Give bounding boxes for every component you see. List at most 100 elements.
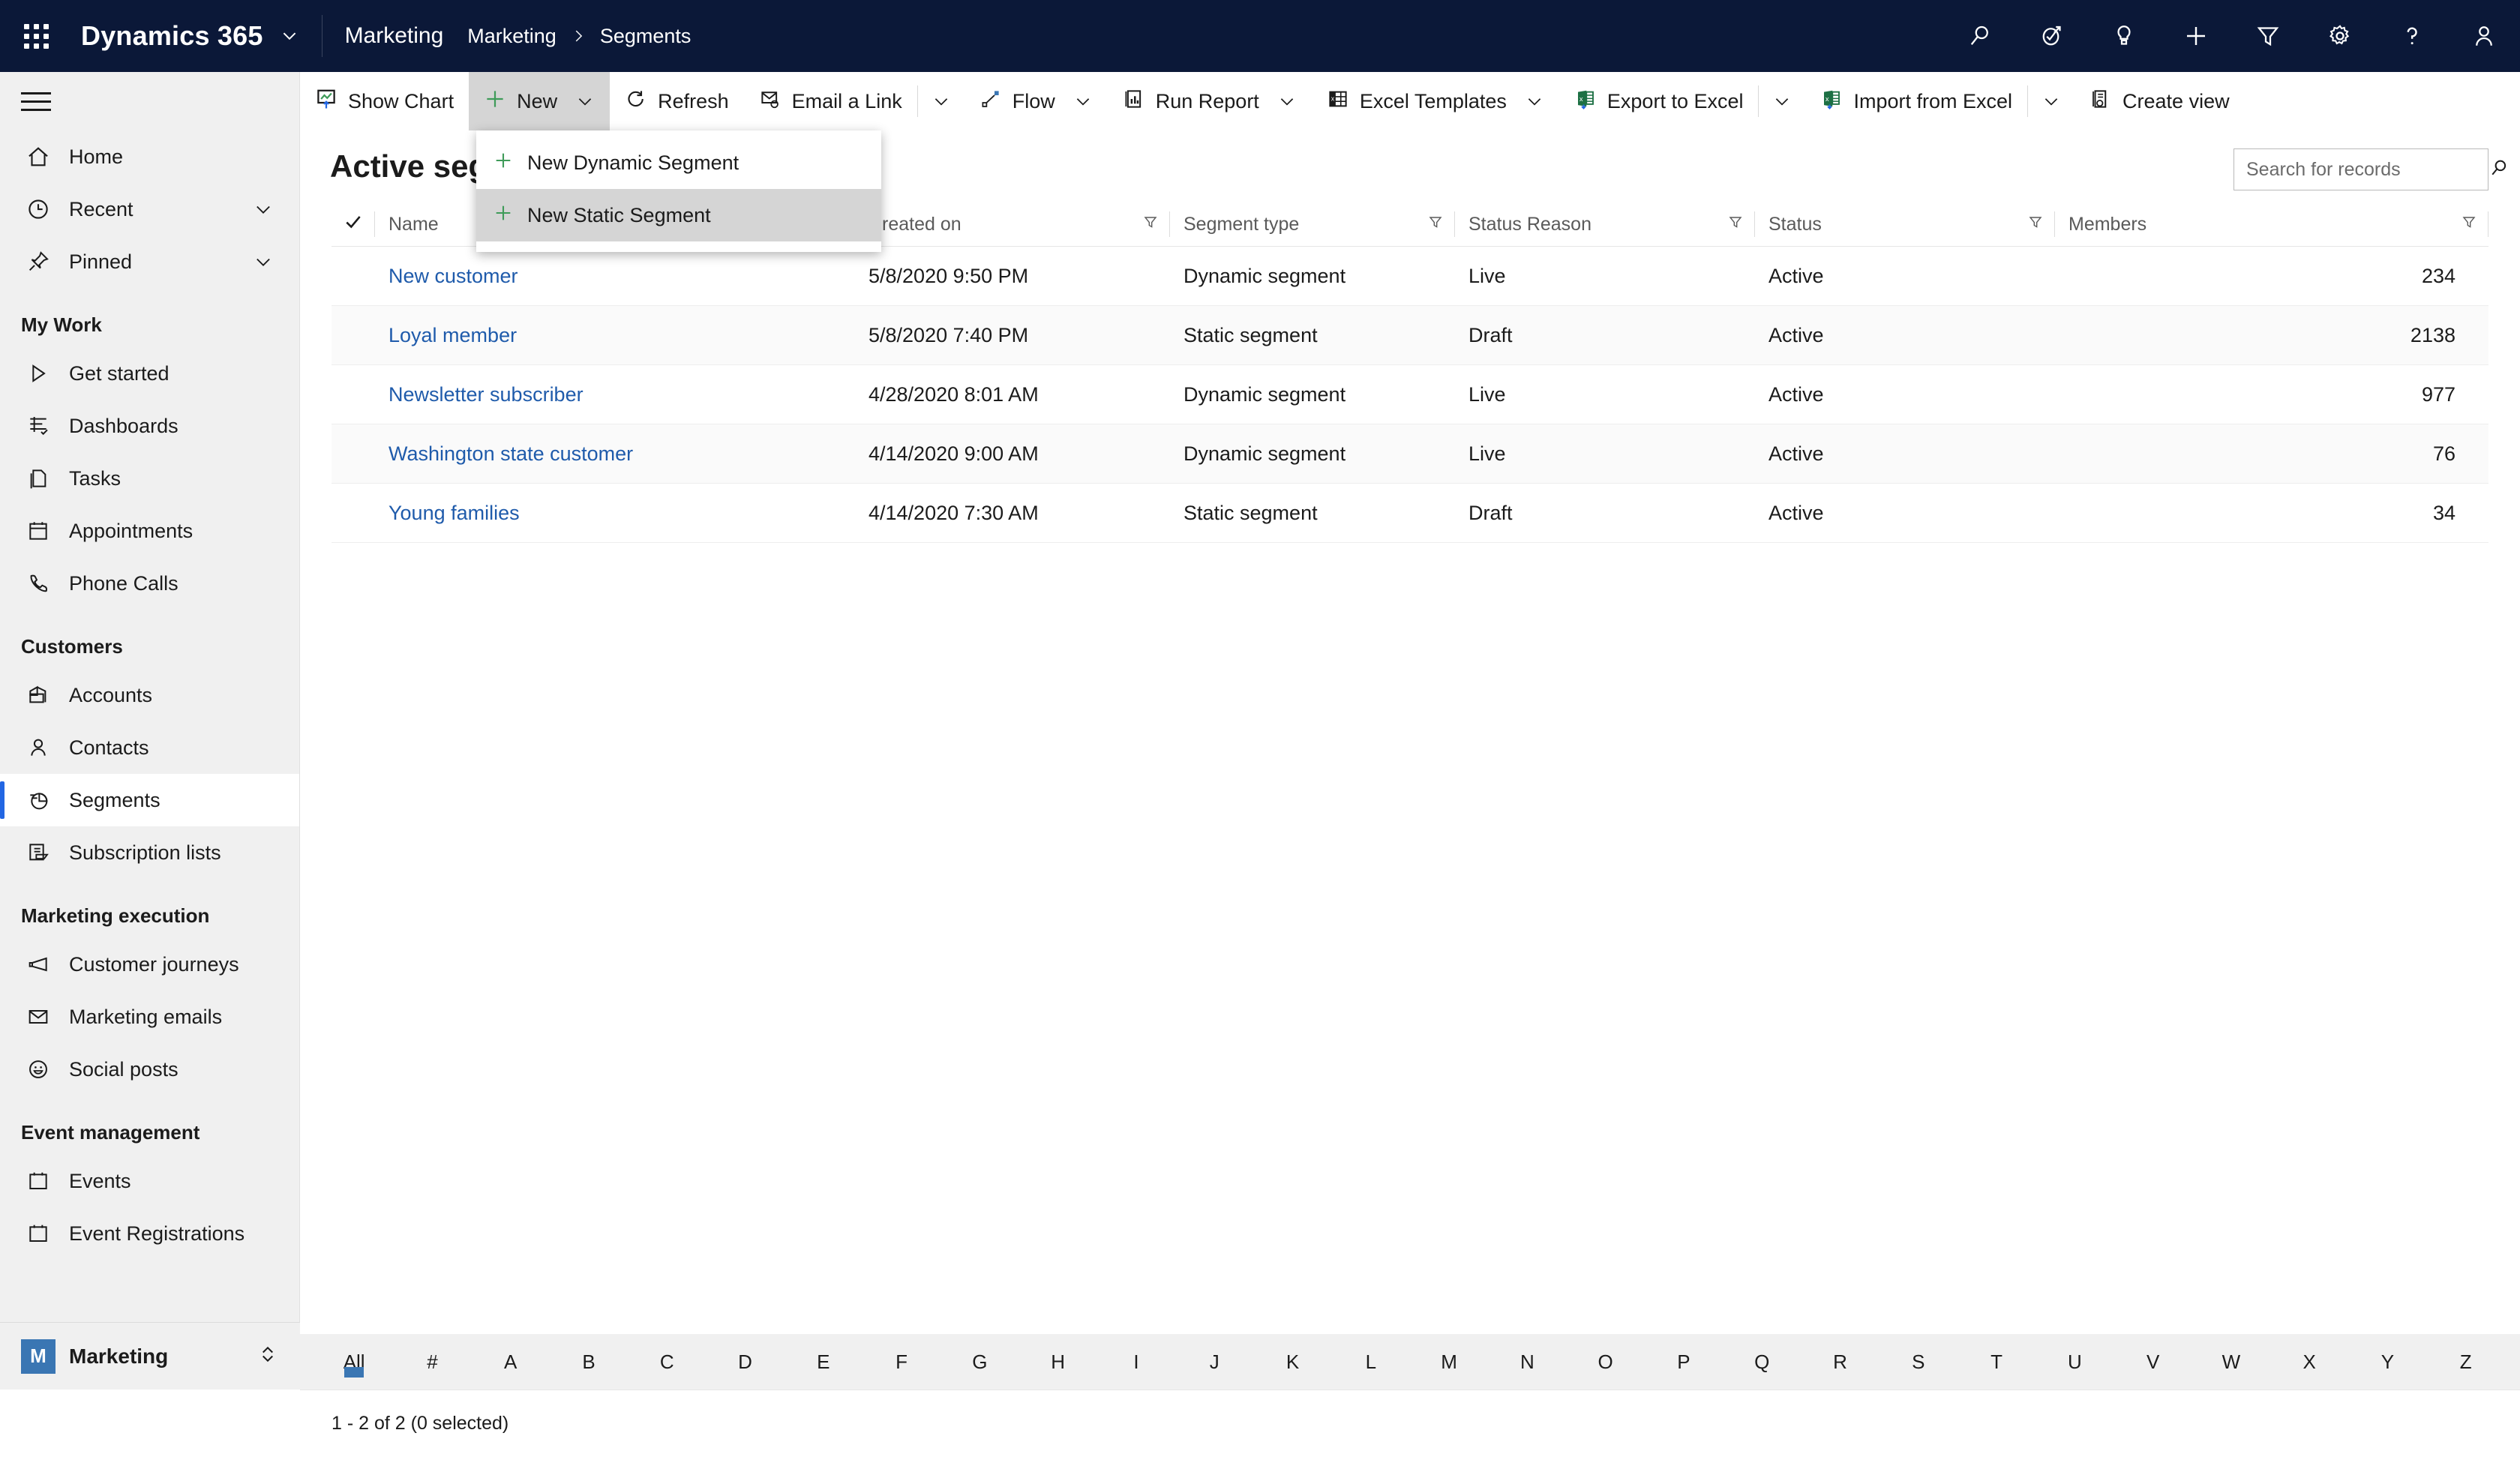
sidebar-item-get-started[interactable]: Get started	[0, 347, 299, 400]
select-all-header[interactable]	[332, 202, 375, 247]
filter-icon[interactable]	[1726, 213, 1744, 236]
chevron-down-icon[interactable]	[253, 199, 274, 220]
sidebar-item-social-posts[interactable]: Social posts	[0, 1043, 299, 1096]
alpha-filter-e[interactable]: E	[784, 1334, 862, 1390]
create-view-button[interactable]: Create view	[2074, 72, 2245, 130]
sidebar-item-dashboards[interactable]: Dashboards	[0, 400, 299, 452]
area-switcher[interactable]: M Marketing	[0, 1322, 300, 1390]
import-from-excel-button[interactable]: x Import from Excel	[1805, 72, 2027, 130]
alpha-filter-all[interactable]: All	[315, 1334, 393, 1390]
table-row[interactable]: Newsletter subscriber 4/28/2020 8:01 AM …	[332, 364, 2488, 424]
hamburger-icon[interactable]	[0, 72, 299, 130]
lightbulb-icon[interactable]	[2088, 0, 2160, 72]
chevron-down-icon[interactable]	[1270, 91, 1297, 111]
email-a-link-button[interactable]: Email a Link	[744, 72, 917, 130]
alpha-filter-f[interactable]: F	[862, 1334, 940, 1390]
alpha-filter-hash[interactable]: #	[393, 1334, 471, 1390]
export-to-excel-caret[interactable]	[1759, 72, 1805, 130]
column-header-segment-type[interactable]: Segment type	[1170, 202, 1455, 247]
table-row[interactable]: Young families 4/14/2020 7:30 AM Static …	[332, 483, 2488, 543]
alpha-filter-d[interactable]: D	[706, 1334, 784, 1390]
sidebar-item-event-registrations[interactable]: Event Registrations	[0, 1207, 299, 1260]
new-button[interactable]: New	[469, 72, 610, 130]
alpha-filter-r[interactable]: R	[1801, 1334, 1879, 1390]
sidebar-item-contacts[interactable]: Contacts	[0, 721, 299, 774]
alpha-filter-u[interactable]: U	[2036, 1334, 2114, 1390]
import-from-excel-caret[interactable]	[2028, 72, 2074, 130]
record-link[interactable]: Newsletter subscriber	[388, 383, 584, 406]
cell-name[interactable]: Young families	[375, 483, 855, 543]
alpha-filter-o[interactable]: O	[1567, 1334, 1645, 1390]
person-icon[interactable]	[2448, 0, 2520, 72]
sidebar-item-phone-calls[interactable]: Phone Calls	[0, 557, 299, 610]
column-header-status[interactable]: Status	[1755, 202, 2055, 247]
alpha-filter-c[interactable]: C	[628, 1334, 706, 1390]
search-box[interactable]	[2234, 148, 2506, 190]
alpha-filter-s[interactable]: S	[1880, 1334, 1958, 1390]
breadcrumb-item-1[interactable]: Segments	[600, 25, 692, 48]
record-link[interactable]: Washington state customer	[388, 442, 633, 465]
search-icon[interactable]	[2488, 157, 2510, 183]
menu-item-new-dynamic-segment[interactable]: New Dynamic Segment	[476, 136, 881, 189]
alpha-filter-n[interactable]: N	[1488, 1334, 1566, 1390]
chevron-down-icon[interactable]	[1517, 91, 1544, 111]
assistant-icon[interactable]	[2016, 0, 2088, 72]
filter-icon[interactable]	[1142, 213, 1160, 236]
alpha-filter-i[interactable]: I	[1097, 1334, 1175, 1390]
alpha-filter-w[interactable]: W	[2192, 1334, 2270, 1390]
alpha-filter-q[interactable]: Q	[1723, 1334, 1801, 1390]
excel-templates-button[interactable]: x Excel Templates	[1312, 72, 1559, 130]
breadcrumb-item-0[interactable]: Marketing	[467, 25, 556, 48]
sidebar-item-subscription-lists[interactable]: Subscription lists	[0, 826, 299, 879]
sidebar-item-events[interactable]: Events	[0, 1155, 299, 1207]
column-header-members[interactable]: Members	[2055, 202, 2488, 247]
cell-name[interactable]: Loyal member	[375, 305, 855, 365]
sidebar-item-segments[interactable]: Segments	[0, 774, 299, 826]
menu-item-new-static-segment[interactable]: New Static Segment	[476, 189, 881, 241]
column-header-created-on[interactable]: Created on	[855, 202, 1170, 247]
search-input[interactable]	[2246, 158, 2488, 181]
cell-name[interactable]: New customer	[375, 246, 855, 306]
help-icon[interactable]	[2376, 0, 2448, 72]
sidebar-item-home[interactable]: Home	[0, 130, 299, 183]
search-icon[interactable]	[1944, 0, 2016, 72]
filter-icon[interactable]	[2232, 0, 2304, 72]
sidebar-item-marketing-emails[interactable]: Marketing emails	[0, 991, 299, 1043]
row-select-cell[interactable]	[332, 364, 375, 424]
column-header-status-reason[interactable]: Status Reason	[1455, 202, 1755, 247]
filter-icon[interactable]	[1426, 213, 1444, 236]
chevron-updown-icon[interactable]	[256, 1343, 279, 1369]
run-report-button[interactable]: Run Report	[1108, 72, 1312, 130]
sidebar-item-tasks[interactable]: Tasks	[0, 452, 299, 505]
sidebar-item-appointments[interactable]: Appointments	[0, 505, 299, 557]
record-link[interactable]: New customer	[388, 265, 518, 287]
row-select-cell[interactable]	[332, 424, 375, 484]
chevron-down-icon[interactable]	[568, 91, 595, 111]
alpha-filter-k[interactable]: K	[1253, 1334, 1331, 1390]
row-select-cell[interactable]	[332, 246, 375, 306]
sidebar-item-accounts[interactable]: Accounts	[0, 669, 299, 721]
show-chart-button[interactable]: Show Chart	[300, 72, 469, 130]
alpha-filter-y[interactable]: Y	[2348, 1334, 2426, 1390]
filter-icon[interactable]	[2026, 213, 2044, 236]
record-link[interactable]: Loyal member	[388, 324, 517, 346]
gear-icon[interactable]	[2304, 0, 2376, 72]
chevron-down-icon[interactable]	[1066, 91, 1093, 111]
alpha-filter-t[interactable]: T	[1958, 1334, 2036, 1390]
sidebar-item-recent[interactable]: Recent	[0, 183, 299, 235]
alpha-filter-j[interactable]: J	[1175, 1334, 1253, 1390]
alpha-filter-p[interactable]: P	[1645, 1334, 1723, 1390]
alpha-filter-l[interactable]: L	[1332, 1334, 1410, 1390]
app-launcher-icon[interactable]	[0, 0, 72, 72]
alpha-filter-b[interactable]: B	[550, 1334, 628, 1390]
checkmark-icon[interactable]	[344, 212, 363, 237]
filter-icon[interactable]	[2460, 213, 2478, 236]
alpha-filter-g[interactable]: G	[940, 1334, 1018, 1390]
chevron-down-icon[interactable]	[253, 251, 274, 272]
cell-name[interactable]: Newsletter subscriber	[375, 364, 855, 424]
email-a-link-caret[interactable]	[918, 72, 964, 130]
plus-icon[interactable]	[2160, 0, 2232, 72]
sidebar-item-pinned[interactable]: Pinned	[0, 235, 299, 288]
cell-name[interactable]: Washington state customer	[375, 424, 855, 484]
alpha-filter-x[interactable]: X	[2270, 1334, 2348, 1390]
